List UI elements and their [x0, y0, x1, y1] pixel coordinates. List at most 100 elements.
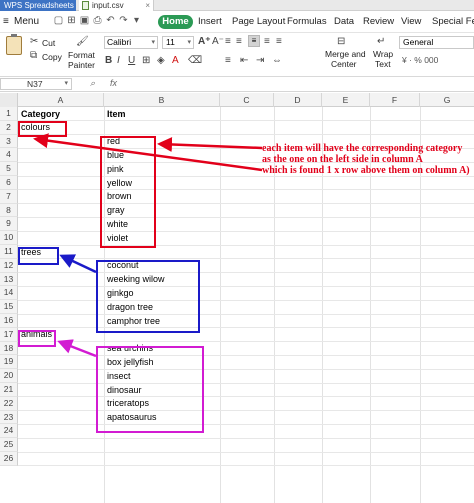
undo-icon[interactable]: ↶	[104, 15, 117, 26]
row-gridline	[18, 396, 474, 398]
select-all-corner[interactable]	[0, 93, 18, 107]
number-format-select[interactable]: General	[399, 36, 474, 49]
fill-color-icon[interactable]: ◈	[157, 55, 165, 67]
align-justify-icon[interactable]: ≡	[225, 55, 231, 67]
formula-bar: N37 ▾ ⌕ fx	[0, 77, 474, 92]
column-header-a[interactable]: A	[18, 93, 104, 107]
column-header-d[interactable]: D	[274, 93, 322, 107]
tab-data[interactable]: Data	[334, 16, 354, 28]
row-header-16[interactable]: 16	[0, 314, 18, 328]
tab-special-features[interactable]: Special Feat	[432, 16, 474, 28]
column-header-b[interactable]: B	[104, 93, 220, 107]
distributed-icon[interactable]: ⇔	[272, 55, 282, 67]
tab-insert[interactable]: Insert	[198, 16, 222, 28]
row-header-2[interactable]: 2	[0, 120, 18, 135]
row-header-9[interactable]: 9	[0, 217, 18, 232]
row-gridline	[18, 437, 474, 439]
tab-review[interactable]: Review	[363, 16, 394, 28]
row-header-5[interactable]: 5	[0, 162, 18, 176]
row-header-8[interactable]: 8	[0, 203, 18, 218]
font-name-select[interactable]: Calibri ▾	[104, 36, 158, 49]
row-header-1[interactable]: 1	[0, 107, 18, 121]
column-header-g[interactable]: G	[420, 93, 474, 107]
grow-font-icon[interactable]: A⁺	[198, 36, 211, 48]
row-header-4[interactable]: 4	[0, 148, 18, 163]
row-header-13[interactable]: 13	[0, 272, 18, 287]
row-header-17[interactable]: 17	[0, 327, 18, 342]
indent-decrease-icon[interactable]: ⇤	[240, 55, 248, 67]
row-header-23[interactable]: 23	[0, 410, 18, 425]
scissors-icon[interactable]: ✂	[30, 36, 38, 48]
row-gridline	[18, 313, 474, 315]
row-header-12[interactable]: 12	[0, 258, 18, 273]
merge-center-icon[interactable]: ⊟	[337, 36, 345, 48]
align-left-icon[interactable]: ≡	[264, 36, 270, 48]
column-header-c[interactable]: C	[220, 93, 274, 107]
format-painter-line2[interactable]: Painter	[68, 60, 95, 70]
border-icon[interactable]: ⊞	[142, 55, 150, 67]
row-header-11[interactable]: 11	[0, 245, 18, 259]
row-header-25[interactable]: 25	[0, 438, 18, 452]
cut-button[interactable]: Cut	[42, 38, 55, 48]
align-center-icon[interactable]: ≡	[276, 36, 282, 48]
main-menu-button[interactable]: ≡ Menu	[3, 15, 39, 29]
wrap-text-icon[interactable]: ↵	[377, 36, 385, 48]
wrap-text-line1[interactable]: Wrap	[373, 49, 393, 59]
more-icon[interactable]: ▾	[130, 15, 143, 26]
cell-a1[interactable]: Category	[21, 108, 60, 121]
row-header-18[interactable]: 18	[0, 341, 18, 356]
clear-format-icon[interactable]: ⌫	[188, 55, 202, 67]
name-box[interactable]: N37 ▾	[0, 78, 72, 90]
tab-home[interactable]: Home	[158, 15, 193, 29]
row-header-7[interactable]: 7	[0, 189, 18, 204]
save-icon[interactable]: ▣	[78, 15, 91, 26]
align-middle-icon[interactable]: ≡	[236, 36, 242, 48]
italic-icon[interactable]: I	[117, 55, 120, 67]
close-tab-icon[interactable]: ×	[145, 0, 150, 11]
cell-b1[interactable]: Item	[107, 108, 126, 121]
new-file-icon[interactable]: ▢	[52, 15, 65, 26]
row-header-3[interactable]: 3	[0, 134, 18, 149]
align-bottom-icon[interactable]: ≡	[248, 35, 260, 47]
row-gridline	[18, 465, 474, 467]
row-header-19[interactable]: 19	[0, 355, 18, 370]
row-header-20[interactable]: 20	[0, 369, 18, 383]
format-painter-icon[interactable]: 🖌︎	[76, 36, 89, 48]
row-header-10[interactable]: 10	[0, 231, 18, 245]
redo-icon[interactable]: ↷	[117, 15, 130, 26]
indent-increase-icon[interactable]: ⇥	[256, 55, 264, 67]
row-header-24[interactable]: 24	[0, 424, 18, 439]
row-header-22[interactable]: 22	[0, 396, 18, 411]
row-header-6[interactable]: 6	[0, 176, 18, 190]
tab-page-layout[interactable]: Page Layout	[232, 16, 285, 28]
row-header-15[interactable]: 15	[0, 300, 18, 314]
number-format-icons[interactable]: ¥ · % 000	[402, 55, 438, 65]
app-tab[interactable]: WPS Spreadsheets	[0, 0, 76, 11]
format-painter-line1[interactable]: Format	[68, 50, 95, 60]
tab-view[interactable]: View	[401, 16, 421, 28]
bold-icon[interactable]: B	[105, 55, 112, 67]
wrap-text-line2[interactable]: Text	[375, 59, 391, 69]
merge-center-line1[interactable]: Merge and	[325, 49, 366, 59]
copy-icon[interactable]: ⧉	[30, 50, 37, 62]
font-size-select[interactable]: 11 ▾	[162, 36, 194, 49]
column-header-f[interactable]: F	[370, 93, 420, 107]
zoom-icon[interactable]: ⌕	[90, 78, 95, 89]
row-header-26[interactable]: 26	[0, 452, 18, 466]
tab-formulas[interactable]: Formulas	[287, 16, 327, 28]
font-color-icon[interactable]: A	[172, 55, 179, 67]
column-header-e[interactable]: E	[322, 93, 370, 107]
print-icon[interactable]: ⎙	[91, 15, 104, 26]
copy-button[interactable]: Copy	[42, 52, 62, 62]
paste-icon[interactable]	[6, 34, 22, 55]
file-tab[interactable]: input.csv ×	[79, 0, 154, 11]
shrink-font-icon[interactable]: A⁻	[212, 36, 224, 48]
row-header-14[interactable]: 14	[0, 286, 18, 301]
merge-center-line2[interactable]: Center	[331, 59, 357, 69]
align-top-icon[interactable]: ≡	[225, 36, 231, 48]
underline-icon[interactable]: U	[128, 55, 135, 67]
note-line-2: as the one on the left side in column A	[262, 154, 423, 165]
fx-icon[interactable]: fx	[110, 78, 117, 88]
row-header-21[interactable]: 21	[0, 383, 18, 397]
open-folder-icon[interactable]: ⊞	[65, 15, 78, 26]
